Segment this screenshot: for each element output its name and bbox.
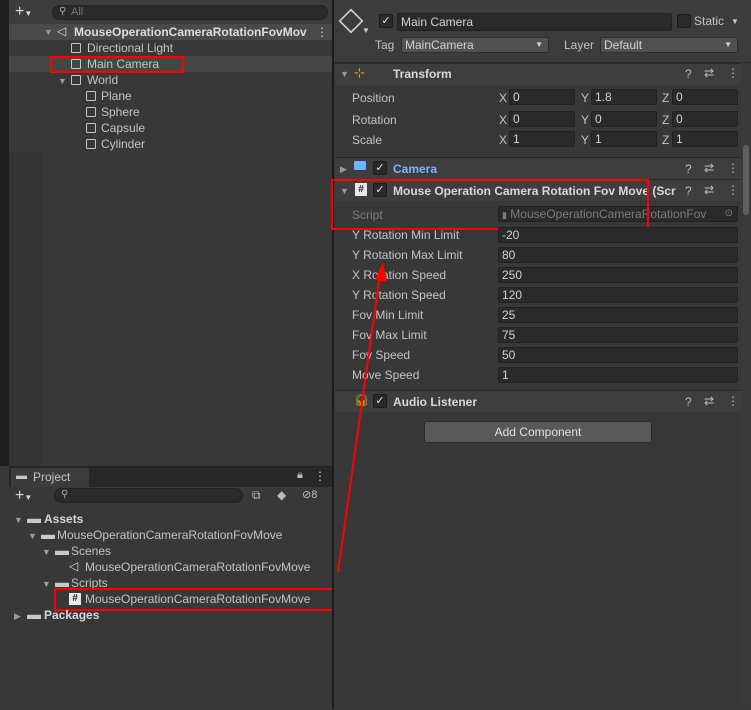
annotation-arrow-line <box>337 274 381 573</box>
annotation-arrow <box>337 262 387 573</box>
annotation-arrow-head <box>375 262 387 282</box>
